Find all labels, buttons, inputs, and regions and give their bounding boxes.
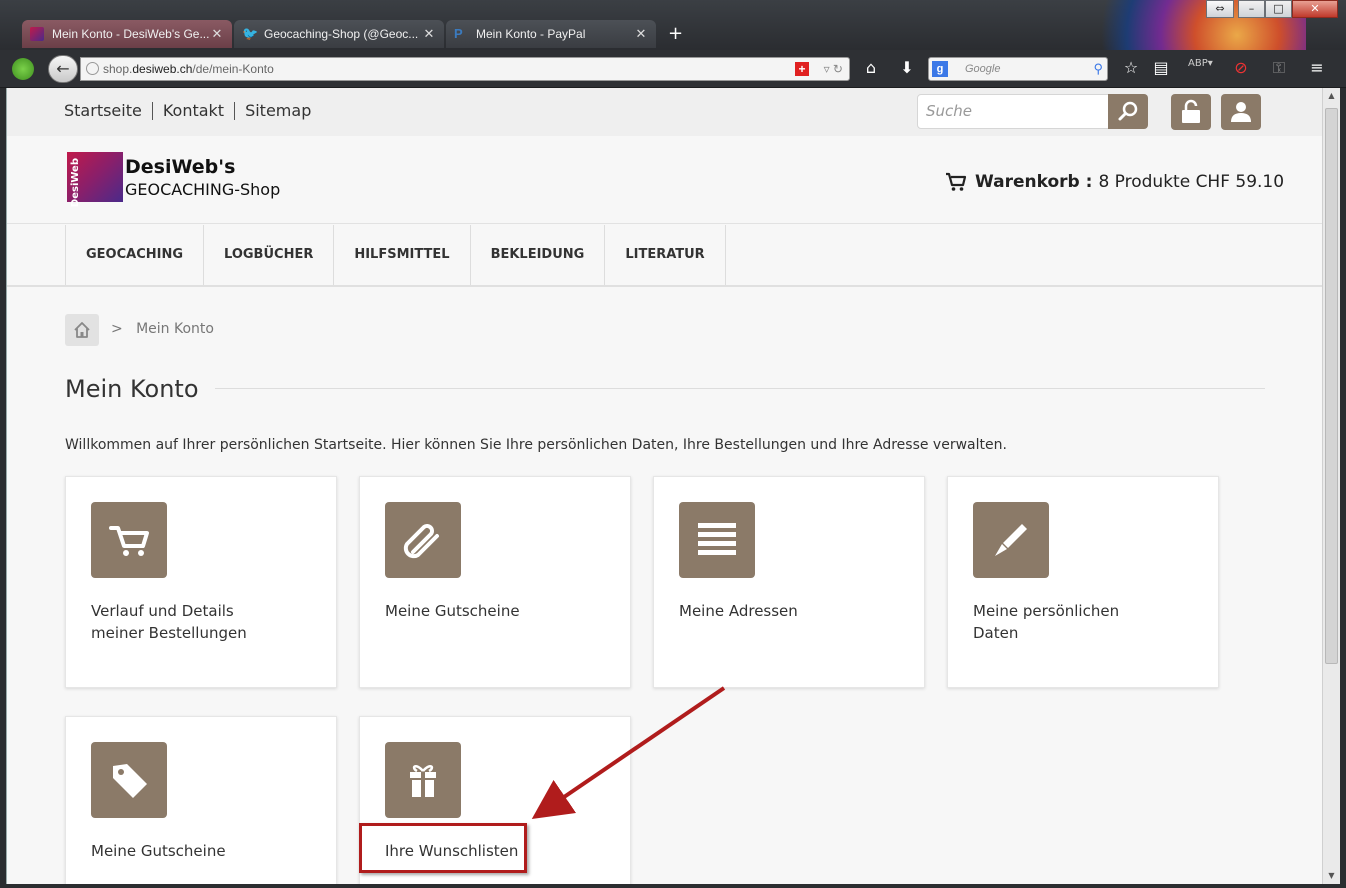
browser-tab-paypal[interactable]: P Mein Konto - PayPal ✕ — [446, 20, 656, 48]
tab-strip: Mein Konto - DesiWeb's Ge... ✕ 🐦 Geocach… — [22, 20, 683, 48]
window-frame — [0, 884, 1346, 888]
paypal-icon: P — [454, 26, 463, 41]
page-scrollbar[interactable]: ▲ ▼ — [1322, 88, 1340, 884]
page-viewport: Startseite Kontakt Sitemap Suche DesiWeb… — [6, 88, 1322, 884]
google-icon: g — [932, 61, 948, 77]
twitter-bird-icon: 🐦 — [242, 26, 259, 41]
bookmarks-list-icon[interactable]: ▤ — [1150, 58, 1172, 77]
home-icon[interactable]: ⌂ — [860, 58, 882, 77]
adblock-icon[interactable]: ABP▾ — [1188, 58, 1213, 69]
annotation-arrow — [531, 686, 726, 820]
url-bar[interactable]: shop.desiweb.ch/de/mein-Konto + ▿ ↻ — [80, 57, 850, 81]
desiweb-favicon-icon — [30, 27, 44, 41]
download-icon[interactable]: ⬇ — [896, 58, 918, 77]
back-arrow-icon[interactable]: ← — [48, 55, 78, 83]
url-host: desiweb.ch — [132, 62, 193, 76]
tab-label: Geocaching-Shop (@Geoc... — [264, 27, 419, 41]
status-indicator-icon — [12, 58, 34, 80]
addon-icon[interactable]: ⊘ — [1230, 58, 1252, 77]
scroll-thumb[interactable] — [1325, 108, 1338, 664]
browser-navbar: ← shop.desiweb.ch/de/mein-Konto + ▿ ↻ ⌂ … — [0, 50, 1346, 88]
globe-icon — [86, 62, 99, 75]
search-icon[interactable]: ⚲ — [1093, 58, 1103, 80]
browser-search-placeholder: Google — [965, 63, 1001, 75]
browser-search-field[interactable]: g Google ⚲ — [928, 57, 1108, 81]
maximize-icon[interactable]: □ — [1265, 0, 1292, 18]
new-tab-icon[interactable]: + — [658, 20, 683, 48]
scroll-up-icon[interactable]: ▲ — [1323, 88, 1340, 104]
minimize-icon[interactable]: – — [1238, 0, 1265, 18]
close-tab-icon[interactable]: ✕ — [210, 26, 224, 42]
close-tab-icon[interactable]: ✕ — [422, 26, 436, 42]
close-window-icon[interactable]: ✕ — [1292, 0, 1338, 18]
browser-tab-twitter[interactable]: 🐦 Geocaching-Shop (@Geoc... ✕ — [234, 20, 444, 48]
scroll-down-icon[interactable]: ▼ — [1323, 868, 1340, 884]
swiss-flag-icon: + — [795, 62, 809, 76]
url-prefix: shop. — [103, 62, 133, 76]
bookmark-star-icon[interactable]: ☆ — [1120, 58, 1142, 77]
url-path: /de/mein-Konto — [192, 62, 274, 76]
restore-size-icon[interactable]: ⇔ — [1206, 0, 1234, 18]
annotation-highlight-box — [359, 823, 527, 873]
window-frame — [1340, 88, 1346, 888]
lock-addon-icon[interactable]: ⚿ — [1268, 58, 1290, 78]
tab-label: Mein Konto - PayPal — [476, 27, 586, 41]
browser-tab-mein-konto[interactable]: Mein Konto - DesiWeb's Ge... ✕ — [22, 20, 232, 48]
tab-label: Mein Konto - DesiWeb's Ge... — [52, 27, 210, 41]
window-controls: – □ ✕ — [1238, 0, 1338, 18]
close-tab-icon[interactable]: ✕ — [634, 26, 648, 42]
reload-icon[interactable]: ▿ ↻ — [824, 58, 843, 80]
menu-hamburger-icon[interactable]: ≡ — [1306, 58, 1328, 77]
